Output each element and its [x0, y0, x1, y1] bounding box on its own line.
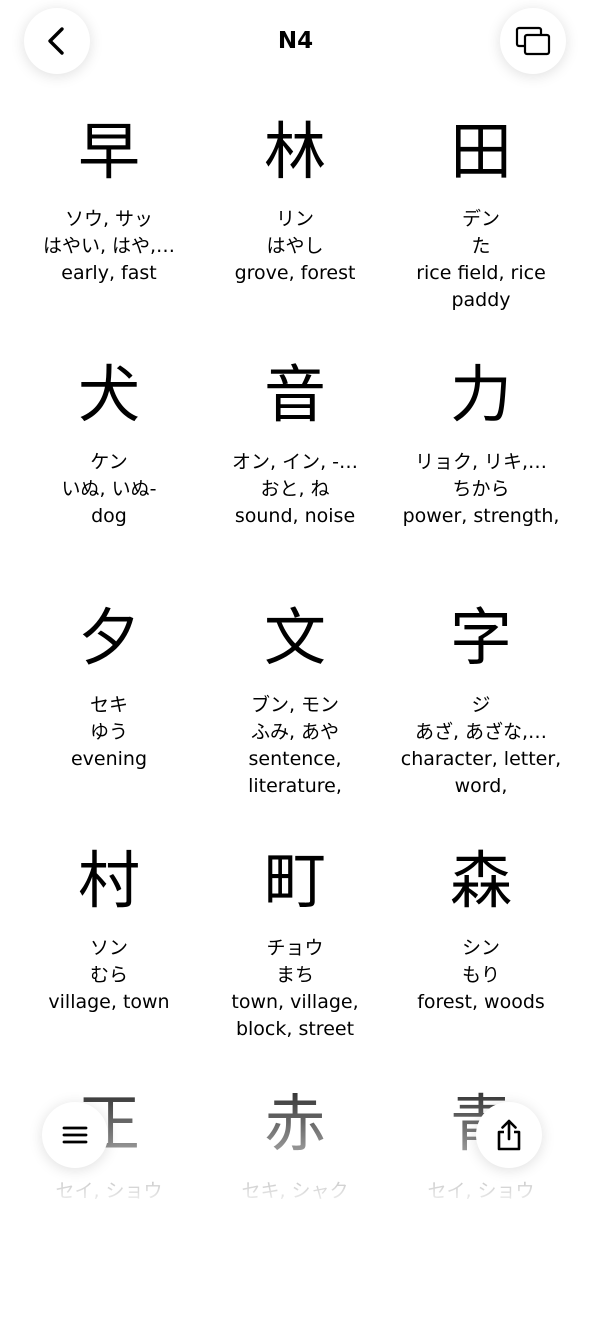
top-bar: N4	[0, 0, 591, 84]
on-reading: ケン	[90, 451, 128, 473]
on-reading: セイ, ショウ	[427, 1180, 535, 1202]
kun-reading: おと, ね	[260, 478, 330, 500]
kanji-card[interactable]: 力 リョク, リキ,… ちから power, strength,	[388, 351, 574, 530]
kanji-character: 早	[77, 115, 140, 188]
on-reading: ソウ, サッ	[64, 208, 154, 230]
kun-reading: ふみ, あや	[250, 721, 340, 743]
kanji-character: 林	[263, 115, 326, 188]
kun-reading: た	[471, 235, 491, 257]
kun-reading: あざ, あざな,…	[414, 721, 548, 743]
kanji-row: 夕 セキ ゆう evening 文 ブン, モン ふみ, あや sentence…	[16, 594, 574, 837]
kanji-card[interactable]: 田 デン た rice field, rice paddy	[388, 108, 574, 314]
kun-reading: ゆう	[89, 721, 128, 743]
kanji-meaning: forest, woods	[417, 991, 545, 1013]
kanji-character: 犬	[77, 358, 140, 431]
kanji-meaning: early, fast	[61, 262, 157, 284]
kanji-card[interactable]: 赤 セキ, シャク	[202, 1080, 388, 1205]
kanji-row: 早 ソウ, サッ はやい, はや,… early, fast 林 リン はやし …	[16, 108, 574, 351]
on-reading: ソン	[89, 937, 128, 959]
kun-reading: もり	[461, 964, 500, 986]
kanji-card[interactable]: 早 ソウ, サッ はやい, はや,… early, fast	[16, 108, 202, 287]
kun-reading: はやい, はや,…	[42, 235, 176, 257]
menu-icon	[62, 1126, 88, 1144]
stacked-cards-icon	[515, 26, 551, 56]
kanji-card[interactable]: 村 ソン むら village, town	[16, 837, 202, 1016]
share-button[interactable]	[476, 1102, 542, 1168]
kanji-meaning: dog	[91, 505, 127, 527]
kanji-meaning: town, village, block, street	[231, 991, 359, 1040]
kanji-card[interactable]: 森 シン もり forest, woods	[388, 837, 574, 1016]
kanji-card[interactable]: 犬 ケン いぬ, いぬ- dog	[16, 351, 202, 530]
share-icon	[497, 1119, 521, 1151]
on-reading: ジ	[471, 694, 491, 716]
kanji-character: 音	[263, 358, 326, 431]
kanji-character: 村	[77, 844, 140, 917]
kanji-row: 村 ソン むら village, town 町 チョウ まち town, vil…	[16, 837, 574, 1080]
on-reading: セキ, シャク	[241, 1180, 349, 1202]
kanji-card[interactable]: 文 ブン, モン ふみ, あや sentence, literature,	[202, 594, 388, 800]
kanji-character: 字	[449, 601, 512, 674]
kanji-character: 夕	[77, 601, 140, 674]
kanji-character: 森	[449, 844, 512, 917]
kanji-character: 文	[263, 601, 326, 674]
kanji-card[interactable]: 字 ジ あざ, あざな,… character, letter, word,	[388, 594, 574, 800]
kun-reading: まち	[275, 964, 314, 986]
kanji-meaning: evening	[70, 748, 148, 770]
kanji-card[interactable]: 夕 セキ ゆう evening	[16, 594, 202, 773]
kun-reading: はやし	[266, 235, 324, 257]
kanji-meaning: grove, forest	[234, 262, 356, 284]
kanji-card[interactable]: 音 オン, イン, -… おと, ね sound, noise	[202, 351, 388, 530]
kun-reading: むら	[89, 964, 128, 986]
kun-reading: いぬ, いぬ-	[61, 478, 157, 500]
card-view-button[interactable]	[500, 8, 566, 74]
on-reading: オン, イン, -…	[231, 451, 358, 473]
kanji-meaning: sentence, literature,	[248, 748, 342, 797]
on-reading: シン	[461, 937, 500, 959]
kanji-card[interactable]: 林 リン はやし grove, forest	[202, 108, 388, 287]
kanji-character: 田	[449, 115, 512, 188]
kanji-character: 赤	[263, 1087, 326, 1160]
kun-reading: ちから	[452, 478, 510, 500]
kanji-row: 犬 ケン いぬ, いぬ- dog 音 オン, イン, -… おと, ね soun…	[16, 351, 574, 594]
on-reading: デン	[461, 208, 500, 230]
on-reading: リョク, リキ,…	[414, 451, 548, 473]
kanji-meaning: sound, noise	[234, 505, 356, 527]
kanji-meaning: power, strength,	[402, 505, 560, 527]
on-reading: セキ	[89, 694, 128, 716]
on-reading: リン	[275, 208, 314, 230]
kanji-meaning: rice field, rice paddy	[416, 262, 546, 311]
kanji-meaning: village, town	[48, 991, 170, 1013]
menu-button[interactable]	[42, 1102, 108, 1168]
kanji-character: 町	[263, 844, 326, 917]
on-reading: チョウ	[266, 937, 324, 959]
kanji-character: 力	[449, 358, 512, 431]
on-reading: ブン, モン	[250, 694, 340, 716]
on-reading: セイ, ショウ	[55, 1180, 163, 1202]
kanji-meaning: character, letter, word,	[400, 748, 562, 797]
kanji-card[interactable]: 町 チョウ まち town, village, block, street	[202, 837, 388, 1043]
